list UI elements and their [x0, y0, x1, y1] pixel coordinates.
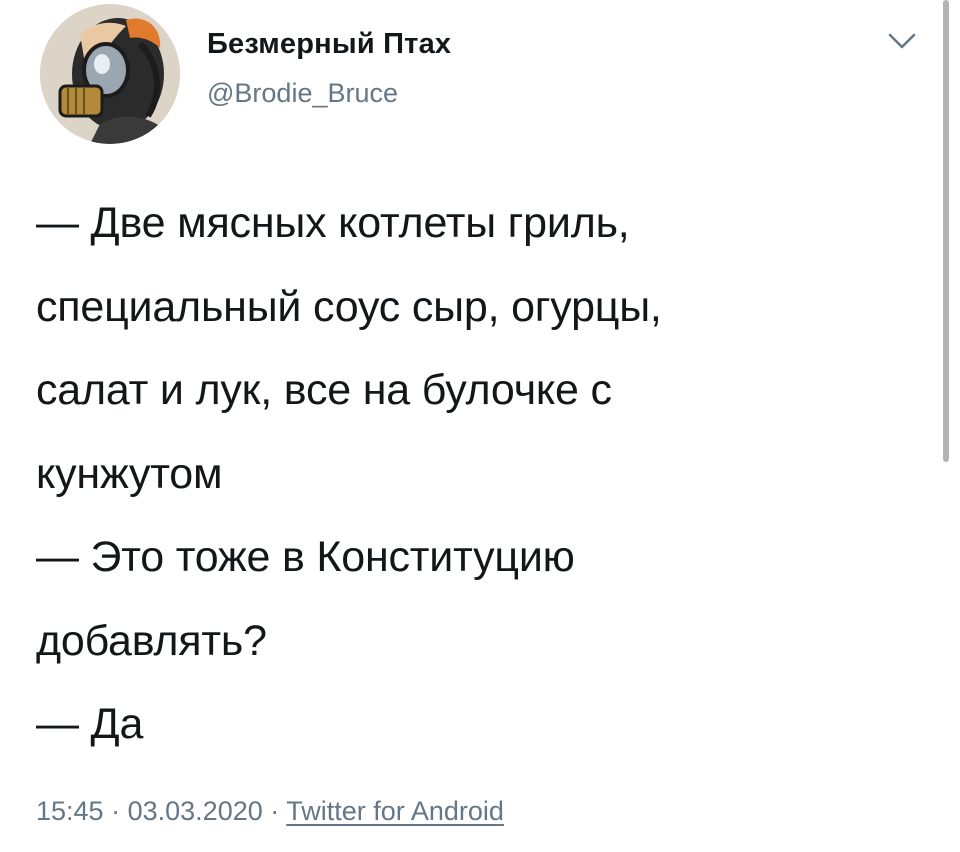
tweet-text: — Две мясных котлеты гриль, специальный … — [36, 182, 916, 767]
tweet-text-line: специальный соус сыр, огурцы, — [36, 282, 662, 331]
tweet-text-line: — Это тоже в Конституцию — [36, 533, 575, 581]
tweet-date[interactable]: 03.03.2020 — [128, 796, 263, 826]
author-avatar[interactable] — [40, 4, 180, 144]
meta-separator: · — [270, 796, 280, 826]
gas-mask-avatar-icon — [40, 4, 180, 144]
chevron-down-icon — [888, 33, 916, 49]
tweet-menu-button[interactable] — [882, 26, 922, 56]
tweet-text-line: добавлять? — [36, 616, 267, 665]
tweet-text-line: салат и лук, все на булочке с — [36, 366, 612, 414]
tweet-card: Безмерный Птах @Brodie_Bruce — Две мясны… — [0, 0, 960, 852]
tweet-text-line: — Две мясных котлеты гриль, — [36, 199, 630, 247]
tweet-text-line: кунжутом — [36, 449, 223, 498]
author-handle[interactable]: @Brodie_Bruce — [207, 78, 398, 109]
tweet-source-link[interactable]: Twitter for Android — [286, 796, 504, 826]
scrollbar[interactable] — [943, 0, 949, 462]
author-display-name[interactable]: Безмерный Птах — [207, 28, 451, 61]
tweet-text-line: — Да — [36, 700, 144, 748]
tweet-time[interactable]: 15:45 — [36, 796, 104, 826]
tweet-metadata: 15:45 · 03.03.2020 · Twitter for Android — [36, 796, 504, 827]
meta-separator: · — [111, 796, 121, 826]
